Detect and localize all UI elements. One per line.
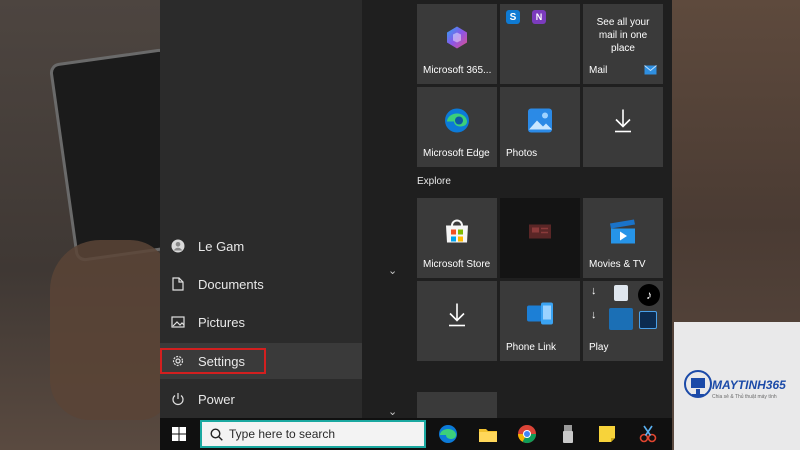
chevron-down-icon[interactable]: ⌄	[388, 264, 397, 277]
nav-user-label: Le Gam	[198, 238, 245, 254]
tile-store[interactable]: Microsoft Store	[417, 198, 497, 278]
download-icon	[448, 303, 466, 330]
edge-icon	[443, 107, 471, 138]
tile-play-label: Play	[589, 342, 609, 353]
tile-microsoft365[interactable]: Microsoft 365...	[417, 4, 497, 84]
tile-movies[interactable]: Movies & TV	[583, 198, 663, 278]
nav-documents-label: Documents	[198, 276, 264, 292]
store-icon	[443, 218, 471, 249]
download-icon: ↓	[591, 285, 597, 297]
tile-mail-label: Mail	[589, 65, 608, 76]
phone-link-icon	[525, 302, 555, 331]
watermark-brand: MAYTINH365	[712, 378, 786, 392]
search-icon	[210, 427, 223, 441]
news-icon	[528, 224, 552, 243]
tiktok-icon: ♪	[638, 284, 660, 306]
power-icon	[160, 392, 196, 406]
tile-movies-label: Movies & TV	[589, 259, 646, 270]
tile-mail[interactable]: See all your mail in one place Mail	[583, 4, 663, 84]
microsoft365-icon	[444, 25, 470, 54]
pictures-icon	[160, 316, 196, 328]
download-icon: ↓	[591, 309, 597, 321]
tile-download-2[interactable]	[417, 281, 497, 361]
download-icon	[614, 109, 632, 136]
tile-microsoft365-label: Microsoft 365...	[423, 65, 492, 76]
onenote-icon[interactable]: N	[532, 10, 546, 24]
tile-edge[interactable]: Microsoft Edge	[417, 87, 497, 167]
nav-power-label: Power	[198, 391, 235, 407]
document-icon	[160, 277, 196, 291]
taskbar-snipping-tool-icon[interactable]	[638, 424, 658, 444]
taskbar-chrome-icon[interactable]	[517, 424, 537, 444]
tile-store-label: Microsoft Store	[423, 259, 491, 270]
prime-video-icon	[609, 308, 633, 330]
taskbar-edge-icon[interactable]	[438, 424, 458, 444]
taskbar-usb-icon[interactable]	[558, 424, 578, 444]
nav-user[interactable]: Le Gam	[160, 228, 362, 264]
nav-power[interactable]: Power	[160, 381, 362, 417]
photoshop-icon	[639, 311, 657, 329]
solitaire-icon	[614, 285, 628, 301]
search-placeholder: Type here to search	[229, 427, 336, 441]
tile-office-group[interactable]: S N	[500, 4, 580, 84]
nav-pictures[interactable]: Pictures	[160, 304, 362, 340]
photos-icon	[527, 108, 553, 137]
taskbar-sticky-notes-icon[interactable]	[597, 424, 617, 444]
taskbar-file-explorer-icon[interactable]	[478, 424, 498, 444]
chevron-down-icon-bottom[interactable]: ⌄	[388, 405, 397, 418]
movies-icon	[608, 218, 638, 249]
tile-photos[interactable]: Photos	[500, 87, 580, 167]
user-icon	[160, 239, 196, 253]
tile-download-1[interactable]	[583, 87, 663, 167]
mail-blurb: See all your mail in one place	[596, 17, 650, 54]
background-hand	[50, 240, 170, 420]
taskbar: Type here to search	[160, 418, 672, 450]
tile-news[interactable]	[500, 198, 580, 278]
tile-edge-label: Microsoft Edge	[423, 148, 490, 159]
tile-play[interactable]: ↓ ♪ ↓ Play	[583, 281, 663, 361]
tile-photos-label: Photos	[506, 148, 538, 159]
nav-pictures-label: Pictures	[198, 314, 245, 330]
skype-icon[interactable]: S	[506, 10, 520, 24]
tile-phonelink-label: Phone Link	[506, 342, 557, 353]
watermark-card: MAYTINH365 Chia sẻ & Thủ thuật máy tính	[674, 322, 800, 450]
tile-phonelink[interactable]: Phone Link	[500, 281, 580, 361]
tile-partial[interactable]	[417, 392, 497, 418]
settings-highlight-box	[160, 348, 266, 374]
nav-documents[interactable]: Documents	[160, 266, 362, 302]
windows-start-icon[interactable]	[172, 427, 186, 446]
maytinh365-logo-icon	[684, 368, 714, 405]
search-box[interactable]: Type here to search	[200, 420, 426, 448]
section-explore: Explore	[417, 176, 451, 187]
mail-icon	[644, 65, 657, 78]
watermark-tagline: Chia sẻ & Thủ thuật máy tính	[712, 394, 777, 400]
start-left-column: Le Gam Documents Pictures Settings Power	[160, 0, 362, 418]
